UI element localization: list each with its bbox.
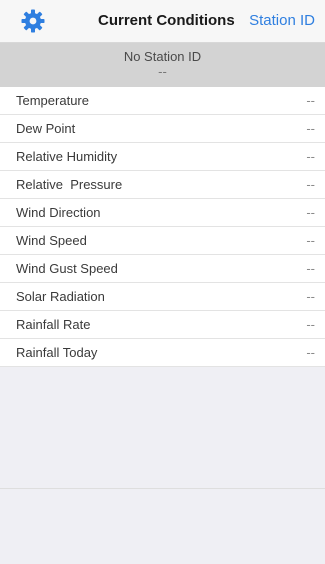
list-item: Temperature -- [0,87,325,115]
row-value: -- [306,289,315,304]
list-item: Relative Pressure -- [0,171,325,199]
row-value: -- [306,149,315,164]
station-banner: No Station ID -- [0,43,325,87]
row-label: Solar Radiation [16,289,105,304]
empty-list-area [0,367,325,564]
navigation-bar: Current Conditions Station ID [0,0,325,43]
row-value: -- [306,317,315,332]
row-value: -- [306,121,315,136]
list-item: Wind Direction -- [0,199,325,227]
list-item: Dew Point -- [0,115,325,143]
gear-icon[interactable] [21,9,45,33]
row-label: Rainfall Today [16,345,98,360]
list-item: Solar Radiation -- [0,283,325,311]
row-value: -- [306,233,315,248]
list-item: Rainfall Rate -- [0,311,325,339]
row-value: -- [306,345,315,360]
page-title: Current Conditions [98,12,235,29]
list-item: Relative Humidity -- [0,143,325,171]
list-item: Wind Gust Speed -- [0,255,325,283]
row-value: -- [306,177,315,192]
list-item: Wind Speed -- [0,227,325,255]
row-value: -- [306,261,315,276]
row-label: Relative Humidity [16,149,118,164]
row-label: Wind Direction [16,205,101,220]
row-value: -- [306,205,315,220]
station-name: No Station ID [123,49,202,64]
row-label: Rainfall Rate [16,317,91,332]
station-subtitle: -- [158,64,167,79]
screen: Current Conditions Station ID No Station… [0,0,325,564]
row-value: -- [306,93,315,108]
list-item: Rainfall Today -- [0,339,325,367]
row-label: Temperature [16,93,89,108]
station-id-button[interactable]: Station ID [249,12,315,29]
conditions-list: Temperature -- Dew Point -- Relative Hum… [0,87,325,367]
row-label: Wind Gust Speed [16,261,118,276]
divider [0,488,325,489]
row-label: Dew Point [16,121,76,136]
row-label: Relative Pressure [16,177,123,192]
row-label: Wind Speed [16,233,87,248]
